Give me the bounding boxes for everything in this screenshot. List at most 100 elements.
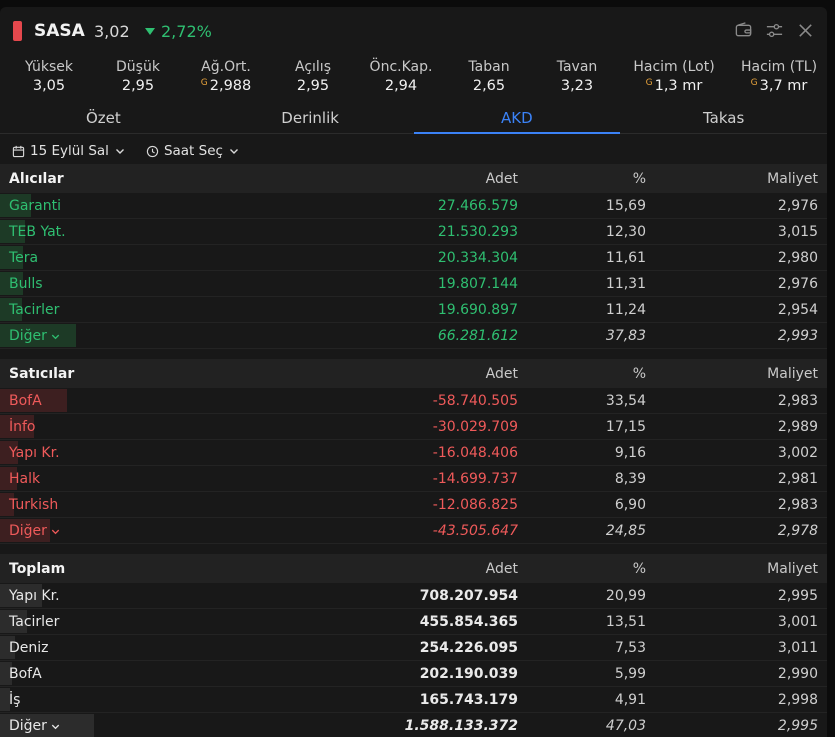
table-row: İnfo -30.029.709 17,15 2,989 [0,414,827,440]
date-filter-label: 15 Eylül Sal [30,143,109,159]
adet-value: 19.690.897 [437,301,518,318]
chevron-down-icon[interactable] [50,721,61,732]
maliyet-value: 3,011 [777,639,818,656]
broker-name: Tacirler [0,614,200,630]
col-adet-header: Adet [485,365,518,382]
stat-label: Taban [468,59,510,75]
time-filter[interactable]: Saat Seç [146,143,240,159]
adet-value: -30.029.709 [432,418,518,435]
broker-name: BofA [0,393,200,409]
stat-label: Yüksek [25,59,73,75]
pct-value: 33,54 [605,392,646,409]
other-row[interactable]: Diğer 1.588.133.372 47,03 2,995 [0,713,827,737]
caret-down-icon [145,28,155,35]
pct-value: 8,39 [614,470,646,487]
pct-value: 9,16 [614,444,646,461]
other-row[interactable]: Diğer 66.281.612 37,83 2,993 [0,323,827,349]
stat-value: 1,3 mr [654,78,703,94]
broker-name: Garanti [0,198,200,214]
section-header: Satıcılar Adet% Maliyet [0,359,827,388]
broker-name-label: İş [9,691,21,708]
adet-value: 20.334.304 [437,249,518,266]
section-title: Satıcılar [9,365,75,382]
broker-name: Turkish [0,497,200,513]
adet-value: -58.740.505 [432,392,518,409]
maliyet-value: 3,015 [777,223,818,240]
broker-name-label: Garanti [9,197,62,214]
g-badge-icon: G [645,78,653,88]
broker-name: BofA [0,666,200,682]
table-row: BofA -58.740.505 33,54 2,983 [0,388,827,414]
pct-value: 15,69 [605,197,646,214]
col-adet-header: Adet [485,560,518,577]
broker-name-label: Halk [9,470,41,487]
pct-value: 17,15 [605,418,646,435]
broker-name: Diğer [0,523,200,539]
tab-takas[interactable]: Takas [620,107,827,133]
stat-value: 2,95 [121,78,155,94]
last-price: 3,02 [94,22,130,41]
filter-bar: 15 Eylül Sal Saat Seç [0,138,827,164]
col-adet-header: Adet [485,170,518,187]
tab-bar: Özet Derinlik AKD Takas [0,107,827,134]
broker-name-label: BofA [9,665,42,682]
col-pct-header: % [632,365,646,382]
adet-value: 66.281.612 [437,327,518,344]
adet-value: 1.588.133.372 [404,717,518,734]
maliyet-value: 3,002 [777,444,818,461]
price-change-value: 2,72% [161,22,212,41]
maliyet-value: 2,976 [777,275,818,292]
broker-name: Diğer [0,718,200,734]
totals-table: Toplam Adet% Maliyet Yapı Kr. 708.207.954 20,… [0,554,827,737]
adet-value: 455.854.365 [419,613,518,630]
stat-value: 3,7 mr [759,78,808,94]
adet-value: 165.743.179 [419,691,518,708]
broker-name: İş [0,692,200,708]
maliyet-value: 2,989 [777,418,818,435]
adet-value: -12.086.825 [432,496,518,513]
col-maliyet-header: Maliyet [767,560,818,577]
maliyet-value: 2,978 [777,522,818,539]
broker-name-label: Turkish [9,496,59,513]
chevron-down-icon[interactable] [50,331,61,342]
tab-ozet[interactable]: Özet [0,107,207,133]
g-badge-icon: G [200,78,208,88]
stat-low: Düşük 2,95 [116,59,160,94]
stat-prev-close: Önc.Kap. 2,94 [370,59,433,94]
close-icon[interactable] [796,21,815,40]
table-row: TEB Yat. 21.530.293 12,30 3,015 [0,219,827,245]
stat-label: Tavan [556,59,598,75]
settings-sliders-icon[interactable] [765,21,784,40]
broker-name: TEB Yat. [0,224,200,240]
maliyet-value: 2,983 [777,392,818,409]
symbol-flag [13,21,22,41]
adet-value: 254.226.095 [419,639,518,656]
broker-name: İnfo [0,419,200,435]
stat-volume-tl: Hacim (TL) G 3,7 mr [741,59,817,94]
chevron-down-icon[interactable] [50,526,61,537]
maliyet-value: 2,995 [777,717,818,734]
stat-value: 2,65 [472,78,506,94]
tab-akd[interactable]: AKD [413,107,621,134]
col-maliyet-header: Maliyet [767,170,818,187]
pct-value: 12,30 [605,223,646,240]
table-row: Turkish -12.086.825 6,90 2,983 [0,492,827,518]
stat-value: 2,95 [296,78,330,94]
maliyet-value: 2,993 [777,327,818,344]
broker-name-label: Tacirler [9,301,60,318]
other-row[interactable]: Diğer -43.505.647 24,85 2,978 [0,518,827,544]
stat-volume-lot: Hacim (Lot) G 1,3 mr [633,59,714,94]
stat-label: Hacim (TL) [740,59,818,75]
calendar-icon [12,145,25,158]
date-filter[interactable]: 15 Eylül Sal [12,143,126,159]
table-row: Yapı Kr. -16.048.406 9,16 3,002 [0,440,827,466]
pct-value: 5,99 [614,665,646,682]
stat-weighted-avg: Ağ.Ort. G 2,988 [201,59,252,94]
adet-value: 202.190.039 [419,665,518,682]
adet-value: 27.466.579 [437,197,518,214]
tab-derinlik[interactable]: Derinlik [207,107,414,133]
wallet-icon[interactable] [734,21,753,40]
stat-ceiling: Tavan 3,23 [557,59,598,94]
broker-name-label: İnfo [9,418,36,435]
adet-value: -16.048.406 [432,444,518,461]
